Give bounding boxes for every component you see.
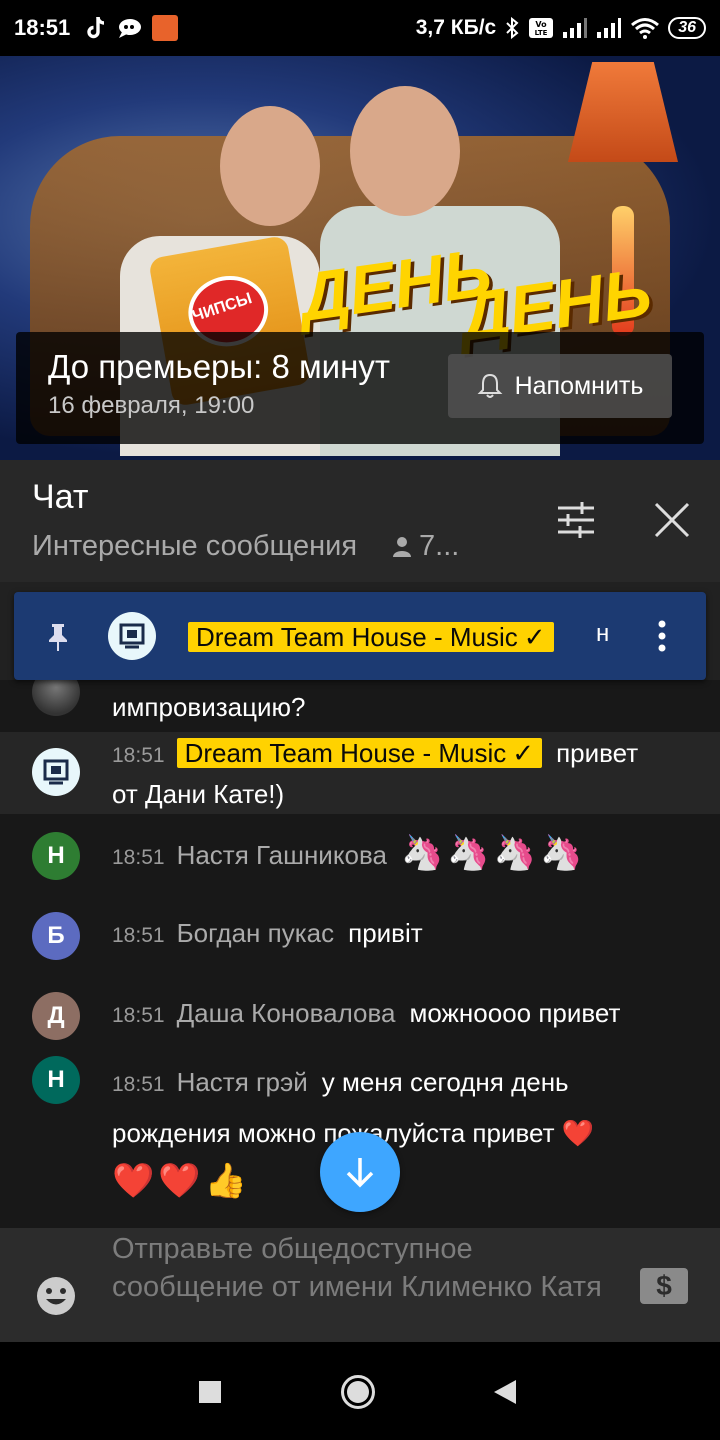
chat-header: Чат Интересные сообщения 7... bbox=[0, 460, 720, 582]
message-author: Настя Гашникова bbox=[176, 840, 387, 870]
wifi-icon bbox=[631, 18, 660, 39]
status-bar: 18:51 3,7 КБ/с Vo LTE 36 bbox=[0, 0, 720, 56]
volte-icon: VoLTE bbox=[529, 18, 554, 38]
list-item[interactable]: Д 18:51 Даша Коновалова можноооо привет bbox=[0, 992, 720, 1056]
channel-logo-icon bbox=[43, 759, 69, 785]
chat-mode-selector[interactable]: Интересные сообщения 7... bbox=[32, 530, 459, 563]
bluetooth-icon bbox=[506, 16, 519, 40]
battery-icon: 36 bbox=[668, 17, 706, 39]
thumbnail-face-left bbox=[220, 106, 320, 226]
message-text: импровизацию? bbox=[112, 692, 306, 722]
message-text: у меня сегодня день bbox=[321, 1067, 569, 1097]
chat-mode-label: Интересные сообщения bbox=[32, 530, 358, 562]
premiere-banner: До премьеры: 8 минут 16 февраля, 19:00 Н… bbox=[16, 332, 704, 444]
message-author: Богдан пукас bbox=[176, 918, 335, 948]
channel-avatar bbox=[108, 612, 156, 660]
bell-icon bbox=[477, 373, 502, 398]
message-author: Даша Коновалова bbox=[176, 998, 396, 1028]
channel-logo-icon bbox=[119, 623, 145, 649]
verified-icon: ✓ bbox=[523, 622, 546, 652]
avatar: Н bbox=[32, 1056, 80, 1104]
message-text: привет bbox=[556, 738, 639, 768]
list-item: импровизацию? bbox=[0, 680, 720, 732]
thumbnail-lamp bbox=[568, 62, 678, 162]
signal-icon bbox=[563, 18, 588, 38]
video-player[interactable]: ЧИПСЫ ДЕНЬ ДЕНЬ До премьеры: 8 минут 16 … bbox=[0, 56, 720, 460]
scroll-to-bottom-button[interactable] bbox=[320, 1132, 400, 1212]
thumbnail-face-right bbox=[350, 86, 460, 216]
message-time: 18:51 bbox=[112, 1073, 165, 1096]
tiktok-icon bbox=[87, 16, 105, 39]
message-text: привіт bbox=[348, 918, 423, 948]
avatar: Б bbox=[32, 912, 80, 960]
status-time: 18:51 bbox=[14, 15, 71, 40]
chat-message-input[interactable]: Отправьте общедоступное сообщение от име… bbox=[112, 1230, 612, 1306]
chat-title: Чат bbox=[32, 478, 89, 516]
pinned-message[interactable]: Dream Team House - Music ✓ н bbox=[14, 592, 706, 680]
pinned-text: н bbox=[596, 620, 610, 647]
premiere-date: 16 февраля, 19:00 bbox=[48, 392, 255, 419]
system-nav-bar bbox=[0, 1342, 720, 1440]
network-speed: 3,7 КБ/с bbox=[415, 16, 497, 39]
chat-bubble-icon bbox=[119, 19, 142, 38]
message-time: 18:51 bbox=[112, 744, 165, 767]
close-icon[interactable] bbox=[652, 500, 692, 540]
message-time: 18:51 bbox=[112, 1004, 165, 1027]
message-time: 18:51 bbox=[112, 846, 165, 869]
recents-icon[interactable] bbox=[198, 1380, 222, 1404]
remind-label: Напомнить bbox=[514, 371, 644, 400]
message-author: Настя грэй bbox=[176, 1067, 308, 1097]
avatar: Д bbox=[32, 992, 80, 1040]
svg-text:LTE: LTE bbox=[535, 29, 548, 37]
list-item[interactable]: 18:51 Dream Team House - Music ✓ привет от Д… bbox=[0, 732, 720, 814]
home-icon[interactable] bbox=[340, 1374, 376, 1410]
sliders-icon[interactable] bbox=[556, 500, 596, 540]
arrow-down-icon bbox=[346, 1158, 374, 1188]
message-text: можноооо привет bbox=[409, 998, 621, 1028]
avatar bbox=[32, 680, 80, 716]
message-emoji: ❤️❤️👍 bbox=[112, 1162, 252, 1200]
channel-avatar bbox=[32, 748, 80, 796]
more-vert-icon[interactable] bbox=[654, 618, 670, 654]
chat-input-bar: Отправьте общедоступное сообщение от име… bbox=[0, 1228, 720, 1342]
premiere-countdown: До премьеры: 8 минут bbox=[48, 348, 390, 385]
list-item[interactable]: Б 18:51 Богдан пукас привіт bbox=[0, 912, 720, 976]
svg-text:Vo: Vo bbox=[536, 20, 548, 29]
message-text-cont: от Дани Кате!) bbox=[112, 779, 285, 809]
verified-icon: ✓ bbox=[512, 738, 535, 768]
message-text: 🦄🦄🦄🦄 bbox=[400, 834, 587, 872]
message-time: 18:51 bbox=[112, 924, 165, 947]
signal-icon bbox=[597, 18, 622, 38]
smile-icon[interactable] bbox=[36, 1276, 76, 1316]
owner-author-badge: Dream Team House - Music ✓ bbox=[188, 622, 554, 652]
avatar: Н bbox=[32, 832, 80, 880]
app-icon bbox=[152, 15, 179, 41]
person-icon bbox=[393, 536, 412, 557]
back-icon[interactable] bbox=[492, 1378, 518, 1406]
remind-button[interactable]: Напомнить bbox=[448, 354, 672, 418]
owner-author-badge: Dream Team House - Music ✓ bbox=[176, 738, 543, 768]
viewer-count: 7... bbox=[391, 530, 459, 563]
dollar-icon[interactable]: $ bbox=[640, 1268, 688, 1304]
list-item[interactable]: Н 18:51 Настя Гашникова 🦄🦄🦄🦄 bbox=[0, 828, 720, 892]
pin-icon bbox=[49, 624, 67, 651]
